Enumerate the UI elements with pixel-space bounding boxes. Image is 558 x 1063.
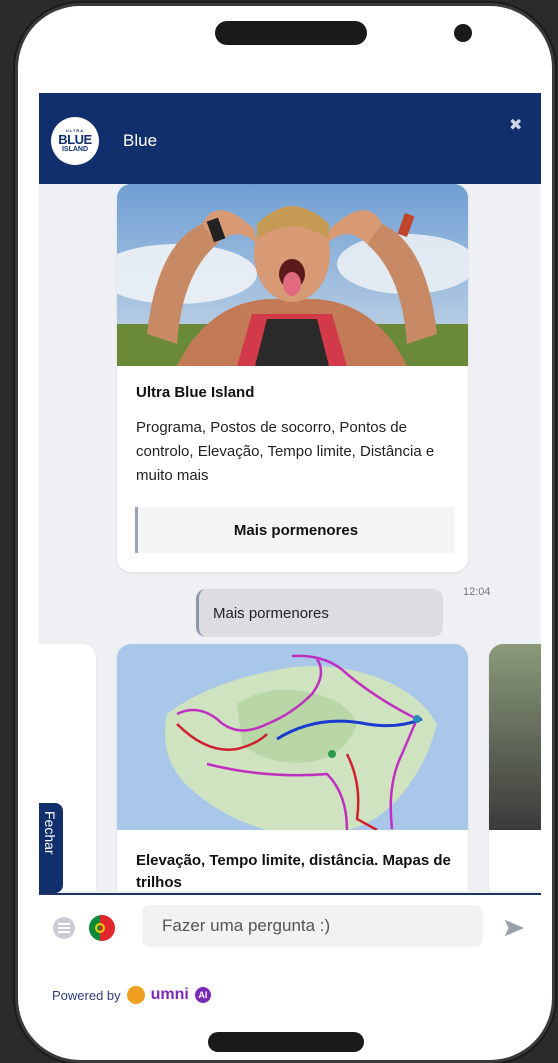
card-next[interactable] <box>489 644 541 891</box>
composer: Fazer uma pergunta :) <box>39 893 541 955</box>
phone-camera <box>454 24 472 42</box>
mais-pormenores-button[interactable]: Mais pormenores <box>135 507 454 553</box>
question-input[interactable]: Fazer uma pergunta :) <box>142 905 483 947</box>
card-title: Ultra Blue Island <box>136 384 255 401</box>
send-icon[interactable] <box>503 917 525 939</box>
portugal-flag-icon[interactable] <box>89 915 115 941</box>
powered-by[interactable]: Powered by umni AI <box>52 986 211 1004</box>
brand-logo: ULTRA BLUE ISLAND <box>51 117 99 165</box>
umni-brand: umni <box>150 986 189 1003</box>
ai-badge: AI <box>194 987 211 1003</box>
menu-icon[interactable] <box>53 917 75 939</box>
card-next-image <box>489 644 541 830</box>
runner-photo <box>117 184 468 366</box>
close-icon[interactable]: ✖ <box>509 115 522 135</box>
card-title: Elevação, Tempo limite, distância. Mapas… <box>136 852 451 891</box>
umni-face-icon <box>126 986 145 1004</box>
chat-messages[interactable]: Ultra Blue Island Programa, Postos de so… <box>39 184 541 891</box>
card-trail-maps: Elevação, Tempo limite, distância. Mapas… <box>117 644 468 891</box>
chat-header: ULTRA BLUE ISLAND Blue ✖ <box>39 93 541 184</box>
card-ultra-blue-island: Ultra Blue Island Programa, Postos de so… <box>117 184 468 572</box>
fechar-tab[interactable]: Fechar <box>39 803 63 893</box>
trail-map <box>117 644 468 830</box>
message-time: 12:04 <box>463 586 491 598</box>
card-description: Programa, Postos de socorro, Pontos de c… <box>136 419 435 484</box>
phone-speaker <box>215 21 367 45</box>
user-message: Mais pormenores <box>196 589 443 637</box>
chat-widget: ULTRA BLUE ISLAND Blue ✖ Ultra Blue Isla… <box>39 93 541 913</box>
phone-home-bar <box>208 1032 364 1052</box>
chat-title: Blue <box>123 131 158 150</box>
